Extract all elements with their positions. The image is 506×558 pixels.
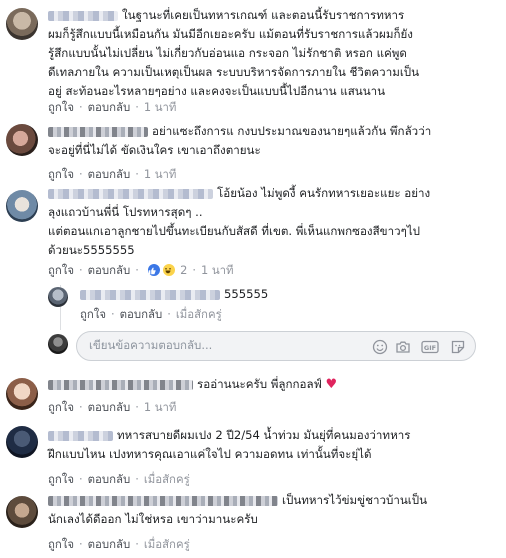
reactions[interactable]: [147, 263, 177, 278]
haha-reaction-icon: [162, 263, 177, 277]
timestamp[interactable]: เมื่อสักครู่: [144, 536, 190, 554]
comment-text-line: นักเลงได้ดีออก ไม่ใช่หรอ เขาว่ามานะครับ: [48, 512, 258, 526]
reply-box[interactable]: GIF: [76, 331, 476, 361]
gif-icon[interactable]: GIF: [421, 339, 439, 355]
avatar[interactable]: [48, 287, 68, 307]
comment-text-line: ลุงแถวบ้านพี่นี่ โปรทหารสุดๆ ..: [48, 205, 203, 219]
avatar[interactable]: [6, 496, 38, 528]
comment-text-line: เป็นทหารไว้ข่มขู่ชาวบ้านเป็น: [282, 493, 428, 507]
like-link[interactable]: ถูกใจ: [48, 99, 74, 117]
comment-text-line: แต่ตอนแกเอาลูกชายไปขึ้นทะเบียนกับสัสดี ท…: [48, 224, 421, 238]
comment-text-line: ทหารสบายดีผมเปง 2 ปี2/54 น้ำท่วม มันยุ่ท…: [117, 428, 411, 442]
comment-actions: ถูกใจ · ตอบกลับ · 1 นาที: [48, 166, 176, 184]
svg-text:GIF: GIF: [424, 344, 436, 352]
author-name[interactable]: [48, 430, 113, 441]
comment-text-line: ในฐานะที่เคยเป็นทหารเกณฑ์ และตอนนี้รับรา…: [122, 8, 405, 22]
reply-link[interactable]: ตอบกลับ: [88, 262, 131, 280]
like-link[interactable]: ถูกใจ: [48, 471, 74, 489]
author-name[interactable]: [48, 495, 278, 506]
comment-text-line: ด้วยนะ5555555: [48, 243, 135, 257]
avatar[interactable]: [6, 124, 38, 156]
timestamp[interactable]: 1 นาที: [201, 262, 234, 280]
reply-link[interactable]: ตอบกลับ: [88, 399, 131, 417]
author-name[interactable]: [80, 289, 220, 300]
comment-actions: ถูกใจ · ตอบกลับ · เมื่อสักครู่: [80, 306, 222, 324]
reply-link[interactable]: ตอบกลับ: [120, 306, 163, 324]
reply-link[interactable]: ตอบกลับ: [88, 471, 131, 489]
comment-text-line: โอ้ยน้อง ไม่พูดงี้ คนรักทหารเยอะแยะ อย่า…: [217, 186, 431, 200]
current-user-avatar: [48, 334, 68, 354]
avatar[interactable]: [6, 426, 38, 458]
like-link[interactable]: ถูกใจ: [48, 399, 74, 417]
timestamp[interactable]: 1 นาที: [144, 166, 177, 184]
emoji-icon[interactable]: [372, 339, 388, 355]
avatar[interactable]: [6, 8, 38, 40]
author-name[interactable]: [48, 10, 118, 21]
comment-text-line: รู้สึกแบบนั้นไม่เปลี่ยน ไม่เกี่ยวกับอ่อน…: [48, 46, 407, 60]
reply-link[interactable]: ตอบกลับ: [88, 536, 131, 554]
comment-actions: ถูกใจ · ตอบกลับ · เมื่อสักครู่: [48, 471, 190, 489]
comment-text-line: จะอยู่ที่นี่ไม่ได้ ขัดเงินใคร เขาเอาถึงต…: [48, 143, 261, 157]
comment-text-line: รออ่านนะครับ พี่ลูกกอลฟ์ ♥: [197, 377, 338, 392]
reply-link[interactable]: ตอบกลับ: [88, 166, 131, 184]
timestamp[interactable]: 1 นาที: [144, 99, 177, 117]
comment-actions: ถูกใจ · ตอบกลับ · 1 นาที: [48, 99, 176, 117]
like-link[interactable]: ถูกใจ: [48, 166, 74, 184]
avatar[interactable]: [6, 190, 38, 222]
author-name[interactable]: [48, 126, 148, 137]
reply-input[interactable]: [89, 338, 339, 352]
timestamp[interactable]: 1 นาที: [144, 399, 177, 417]
comment-text-line: อย่าแซะถึงการแ กงบประมาณของนายๆแล้วกัน พ…: [152, 124, 432, 138]
reply-link[interactable]: ตอบกลับ: [88, 99, 131, 117]
comment-text-line: ฝึกแบบไหน เปงทหารคุณเอาแค่ใจไป ความอดทน …: [48, 447, 372, 461]
comment-text-line: ผมก็รู้สึกแบบนี้เหมือนกัน มันมีอีกเยอะคร…: [48, 27, 413, 41]
like-link[interactable]: ถูกใจ: [80, 306, 106, 324]
timestamp[interactable]: เมื่อสักครู่: [144, 471, 190, 489]
comment-actions: ถูกใจ · ตอบกลับ · เมื่อสักครู่: [48, 536, 190, 554]
comment-text-line: 555555: [224, 287, 269, 301]
comment-actions: ถูกใจ · ตอบกลับ · 2 · 1 นาที: [48, 262, 234, 280]
like-reaction-icon: [147, 263, 162, 277]
comment-actions: ถูกใจ · ตอบกลับ · 1 นาที: [48, 399, 176, 417]
author-name[interactable]: [48, 188, 213, 199]
timestamp[interactable]: เมื่อสักครู่: [176, 306, 222, 324]
author-name[interactable]: [48, 379, 193, 390]
like-link[interactable]: ถูกใจ: [48, 262, 74, 280]
like-link[interactable]: ถูกใจ: [48, 536, 74, 554]
avatar[interactable]: [6, 378, 38, 410]
comment-text-line: ดีเทลภายใน ความเป็นเหตุเป็นผล ระบบบริหาร…: [48, 65, 420, 79]
reaction-count[interactable]: 2: [180, 263, 187, 277]
sticker-icon[interactable]: [450, 339, 466, 355]
camera-icon[interactable]: [395, 339, 411, 355]
heart-icon: ♥: [325, 377, 338, 392]
